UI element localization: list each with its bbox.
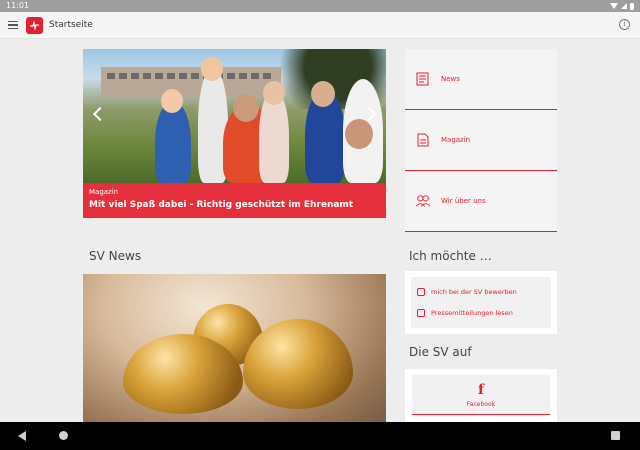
battery-icon [630, 2, 634, 10]
menu-icon[interactable] [8, 20, 18, 30]
page-title: Startseite [49, 20, 93, 30]
sv-auf-title: Die SV auf [409, 345, 472, 359]
social-box: f Facebook [405, 369, 557, 422]
action-pressemitteilungen[interactable]: Pressemitteilungen lesen [417, 302, 545, 323]
facebook-button[interactable]: f Facebook [412, 375, 550, 415]
nav-card-wir-ueber-uns[interactable]: Wir über uns [405, 171, 557, 232]
action-box: mich bei der SV bewerben Pressemitteilun… [405, 271, 557, 334]
nav-card-label: News [441, 75, 460, 83]
people-icon [415, 193, 431, 209]
news-section-title: SV News [89, 249, 142, 263]
person-icon [417, 287, 425, 296]
action-label: Pressemitteilungen lesen [431, 308, 513, 317]
nav-card-magazin[interactable]: Magazin [405, 110, 557, 171]
hero-carousel[interactable]: Magazin Mit viel Spaß dabei - Richtig ge… [83, 49, 386, 218]
app-bar: Startseite i [0, 12, 640, 39]
app-logo [26, 16, 43, 34]
signal-icon [621, 3, 627, 9]
hero-caption[interactable]: Magazin Mit viel Spaß dabei - Richtig ge… [83, 183, 386, 218]
ich-moechte-title: Ich möchte … [409, 249, 492, 263]
hero-image [83, 49, 386, 183]
action-label: mich bei der SV bewerben [431, 287, 517, 296]
carousel-prev-icon[interactable] [92, 106, 108, 122]
document-icon [415, 132, 431, 148]
mail-icon [417, 308, 425, 317]
newspaper-icon [415, 71, 431, 87]
status-time: 11:01 [6, 1, 30, 10]
nav-card-label: Magazin [441, 136, 471, 144]
hero-headline: Mit viel Spaß dabei - Richtig geschützt … [89, 200, 354, 210]
wifi-icon [610, 3, 618, 9]
status-bar: 11:01 [0, 0, 640, 12]
nav-cards: News Magazin Wir über uns [405, 49, 557, 232]
action-bewerben[interactable]: mich bei der SV bewerben [417, 281, 545, 302]
hero-category: Magazin [89, 188, 119, 196]
nav-card-news[interactable]: News [405, 49, 557, 110]
info-icon[interactable]: i [619, 19, 630, 30]
news-image[interactable] [83, 274, 386, 422]
recent-apps-icon[interactable] [611, 431, 620, 440]
facebook-icon: f [477, 381, 485, 398]
nav-card-label: Wir über uns [441, 197, 486, 205]
main-content[interactable]: Magazin Mit viel Spaß dabei - Richtig ge… [0, 39, 640, 422]
back-icon[interactable] [18, 431, 26, 441]
facebook-label: Facebook [466, 400, 496, 408]
home-icon[interactable] [59, 431, 68, 440]
system-nav-bar [0, 422, 640, 450]
